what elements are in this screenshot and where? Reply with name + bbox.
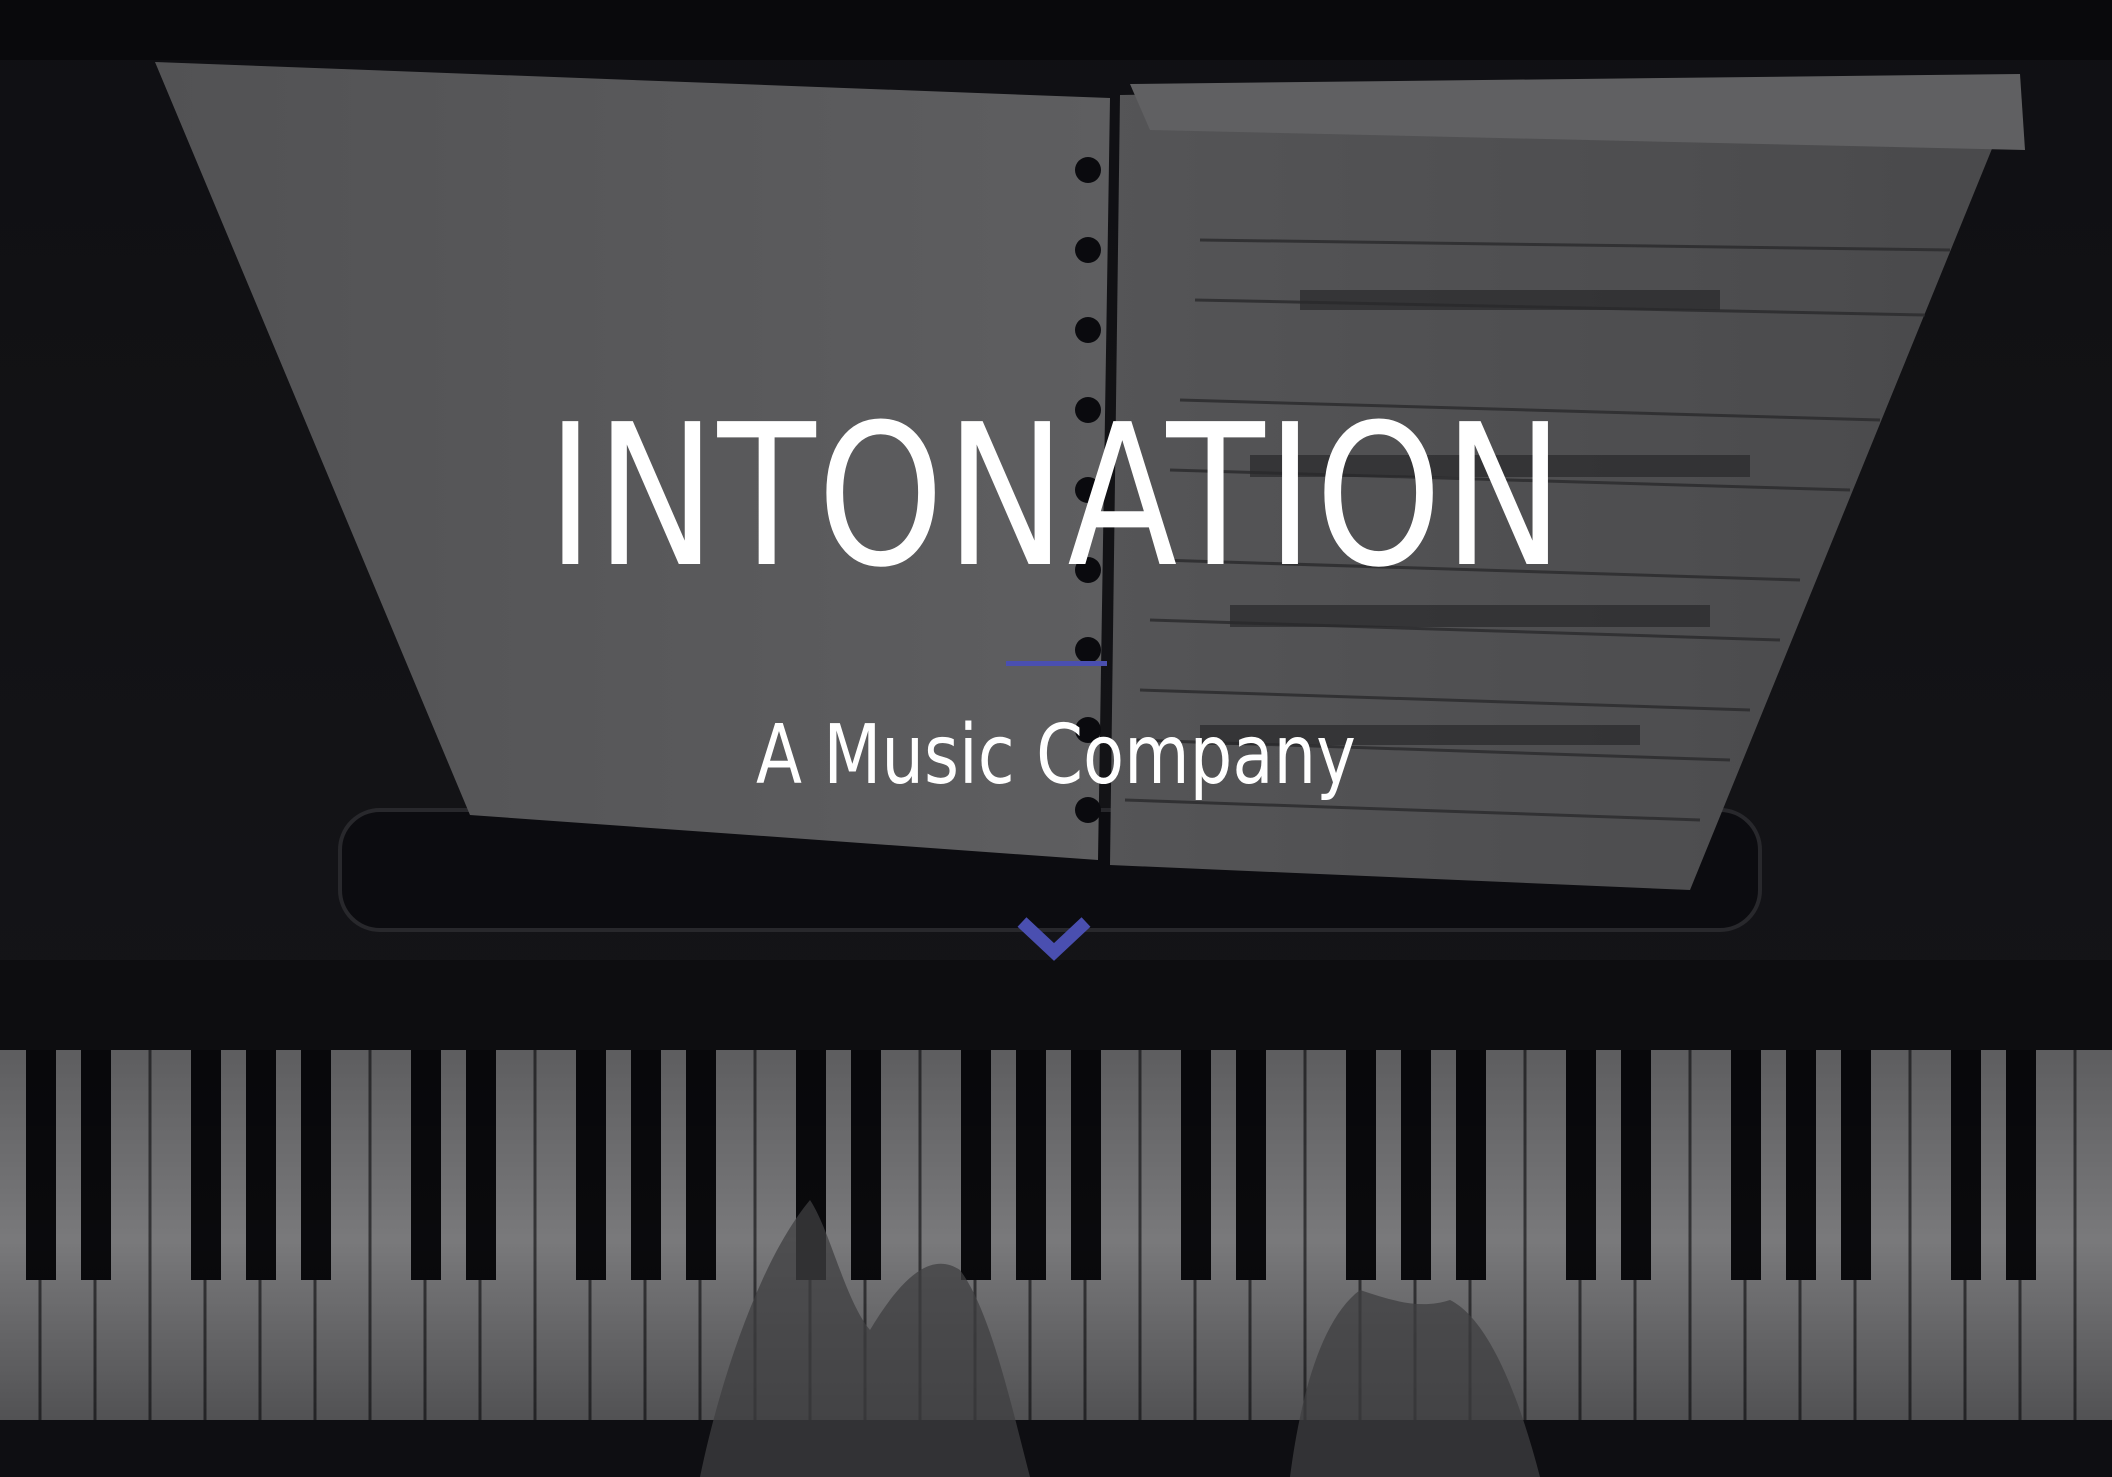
hero-subtitle: A Music Company bbox=[756, 708, 1356, 803]
scroll-down-button[interactable] bbox=[1014, 912, 1094, 972]
chevron-down-icon bbox=[1017, 917, 1091, 961]
hero-title: INTONATION bbox=[546, 383, 1566, 611]
hero-section: INTONATION A Music Company bbox=[0, 0, 2112, 1477]
title-divider bbox=[1006, 661, 1107, 666]
